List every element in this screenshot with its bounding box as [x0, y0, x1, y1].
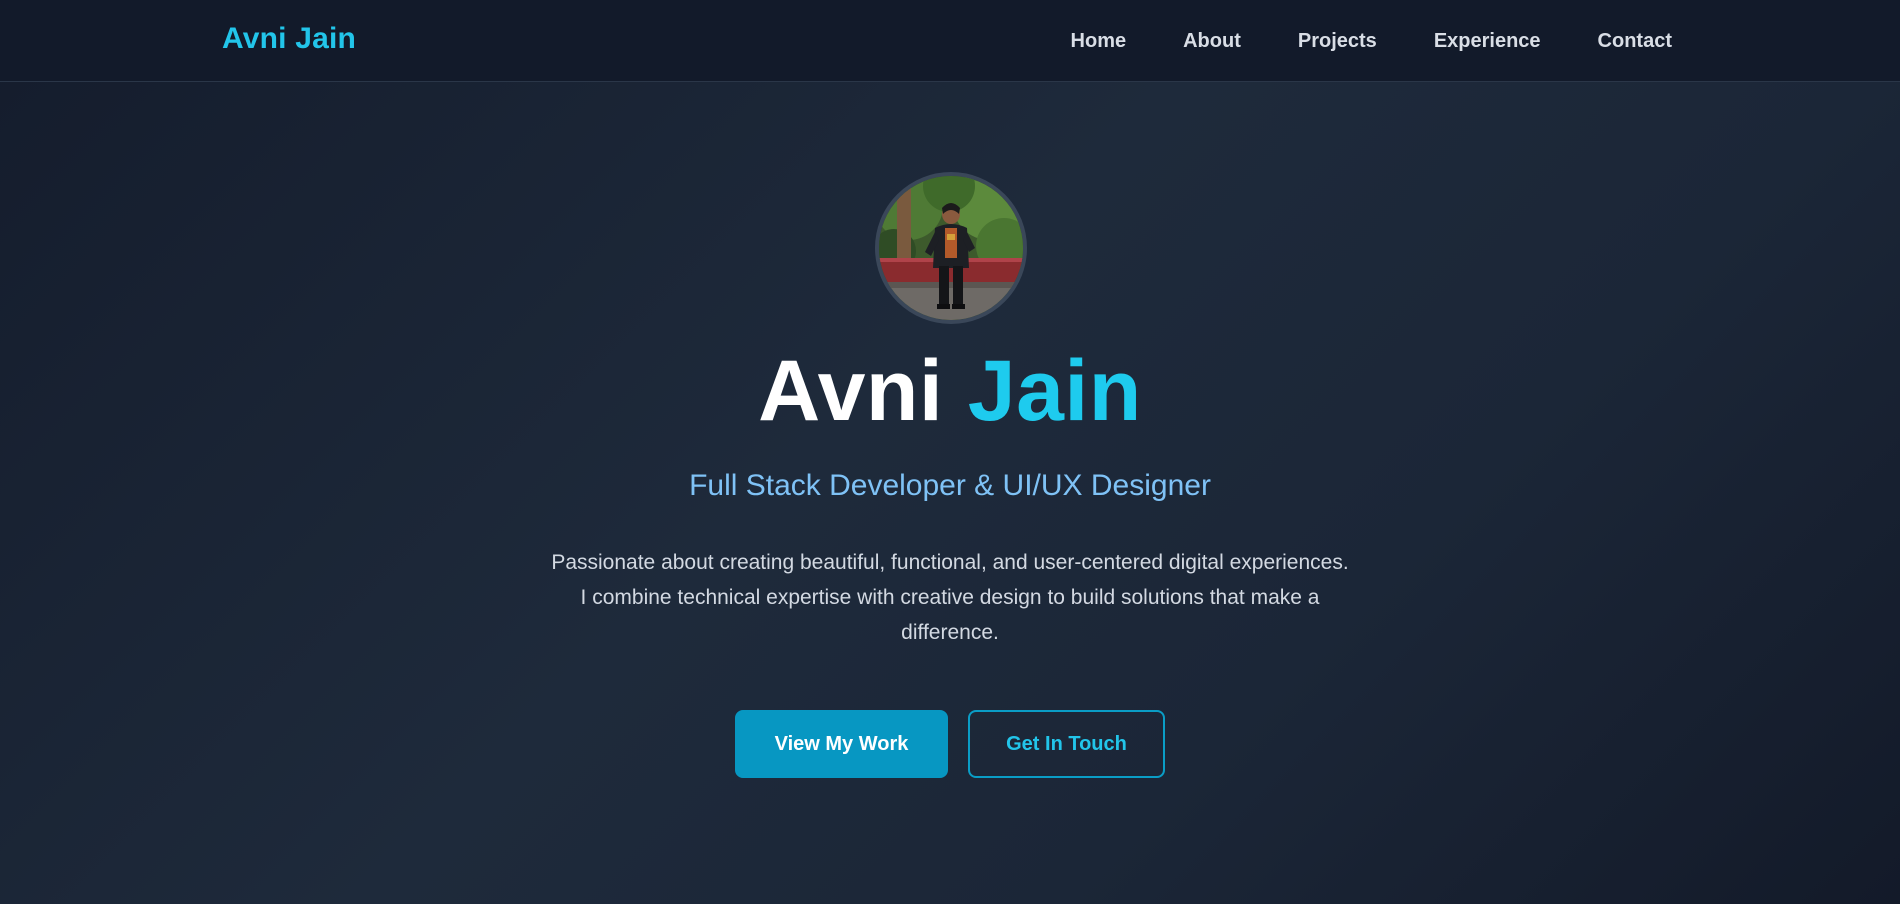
nav-link-experience[interactable]: Experience: [1434, 30, 1541, 53]
nav-link-contact[interactable]: Contact: [1598, 30, 1672, 53]
hero-title-last-name: Jain: [967, 343, 1142, 439]
hero-cta-buttons: View My Work Get In Touch: [0, 710, 1900, 778]
hero-title-first-name: Avni: [758, 343, 944, 439]
brand-logo-link[interactable]: Avni Jain: [222, 22, 356, 56]
top-navbar: Avni Jain Home About Projects Experience…: [0, 0, 1900, 82]
profile-avatar: [875, 172, 1027, 324]
profile-photo: [879, 176, 1023, 320]
hero-section: Avni Jain Full Stack Developer & UI/UX D…: [0, 82, 1900, 904]
hero-title: Avni Jain: [0, 348, 1900, 434]
nav-link-about[interactable]: About: [1183, 30, 1241, 53]
get-in-touch-button[interactable]: Get In Touch: [968, 710, 1165, 778]
view-my-work-button[interactable]: View My Work: [735, 710, 948, 778]
hero-subtitle: Full Stack Developer & UI/UX Designer: [689, 469, 1211, 502]
portfolio-page: Avni Jain Home About Projects Experience…: [0, 0, 1900, 904]
nav-link-projects[interactable]: Projects: [1298, 30, 1377, 53]
hero-description: Passionate about creating beautiful, fun…: [551, 551, 1349, 644]
nav-links: Home About Projects Experience Contact: [1071, 0, 1672, 82]
nav-link-home[interactable]: Home: [1071, 30, 1127, 53]
